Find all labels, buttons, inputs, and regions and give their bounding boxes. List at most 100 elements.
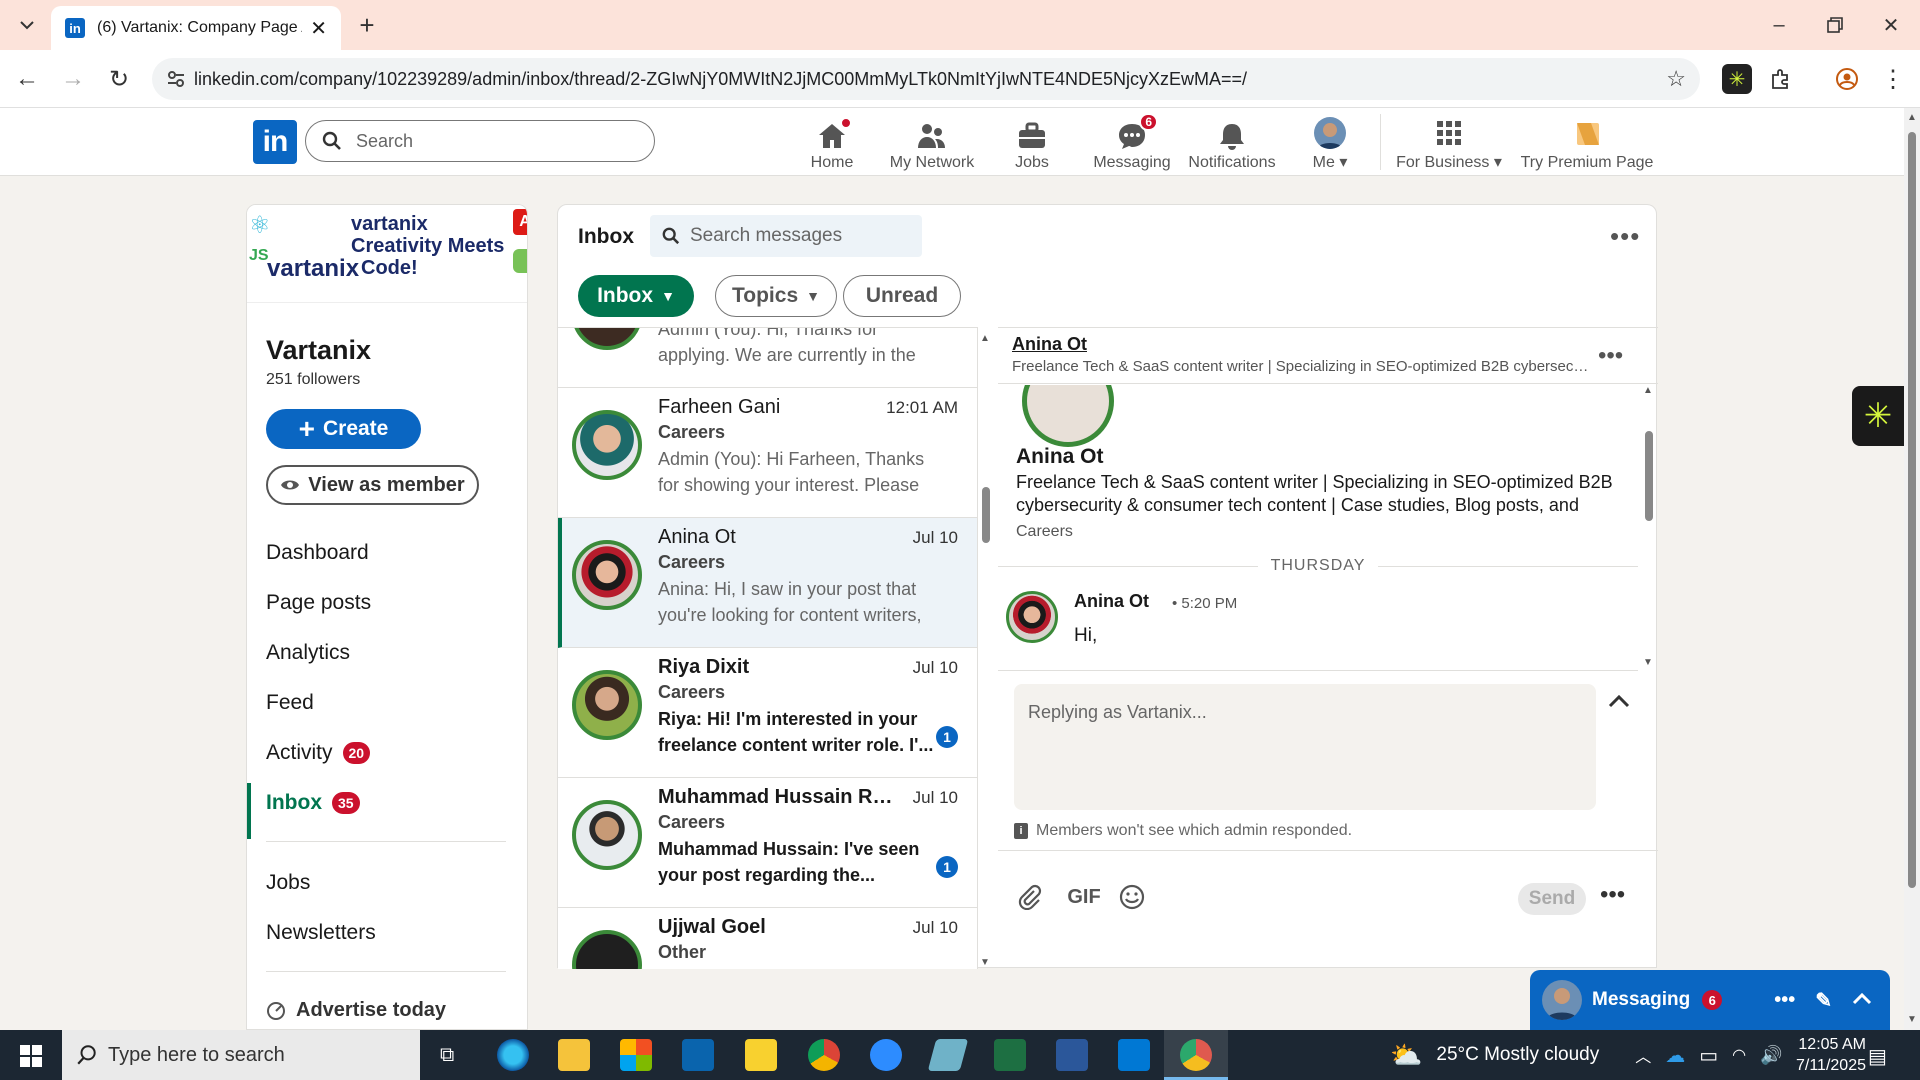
gif-button[interactable]: GIF <box>1066 881 1102 913</box>
url-text: linkedin.com/company/102239289/admin/inb… <box>194 68 1248 89</box>
linkedin-logo[interactable]: in <box>253 120 297 164</box>
avatar <box>572 670 642 740</box>
assistant-widget-icon[interactable]: ✳ <box>1852 386 1904 446</box>
restore-icon[interactable] <box>1820 12 1850 38</box>
tab-search-icon[interactable] <box>14 12 40 38</box>
zoom-app-icon[interactable] <box>870 1039 902 1071</box>
conversation-item[interactable]: Ujjwal Goel Jul 10 Other <box>558 908 977 969</box>
nav-inbox[interactable]: Inbox 35 <box>266 791 360 815</box>
conversation-item[interactable]: Farheen Gani 12:01 AM Careers Admin (You… <box>558 388 977 518</box>
onedrive-icon[interactable]: ☁ <box>1665 1043 1685 1068</box>
profile-name[interactable]: Anina Ot <box>1016 445 1104 469</box>
search-messages-input[interactable]: Search messages <box>650 215 922 257</box>
conversation-item[interactable]: Muhammad Hussain Raz... Jul 10 Careers M… <box>558 778 977 908</box>
paperclip-icon[interactable] <box>1016 881 1044 913</box>
sticky-notes-app-icon[interactable] <box>745 1039 777 1071</box>
chrome-app-icon[interactable] <box>808 1039 840 1071</box>
chevron-up-icon[interactable] <box>1608 694 1638 718</box>
filter-inbox-dropdown[interactable]: Inbox ▼ <box>578 275 694 317</box>
volume-icon[interactable]: 🔊 <box>1760 1045 1782 1066</box>
messaging-overlay-bar[interactable]: Messaging 6 ••• ✎ <box>1530 970 1890 1030</box>
compose-toolbar: GIF Send ••• <box>998 850 1658 930</box>
file-explorer-app-icon[interactable] <box>558 1039 590 1071</box>
briefcase-icon <box>1016 121 1048 151</box>
wifi-icon[interactable]: ◠ <box>1732 1045 1746 1065</box>
nav-analytics[interactable]: Analytics <box>266 641 350 665</box>
nav-newsletters[interactable]: Newsletters <box>266 921 376 945</box>
extension-icon[interactable]: ✳ <box>1722 64 1752 94</box>
advertise-link[interactable]: Advertise today <box>266 999 446 1022</box>
conversation-list-scrollbar[interactable]: ▲ ▼ <box>980 333 990 968</box>
nav-my-network[interactable]: My Network <box>884 114 980 172</box>
nav-activity[interactable]: Activity 20 <box>266 741 371 765</box>
compose-more-options-icon[interactable]: ••• <box>1600 881 1625 909</box>
task-view-icon[interactable]: ⧉ <box>440 1044 454 1067</box>
active-app-indicator <box>1164 1030 1228 1080</box>
nav-jobs[interactable]: Jobs <box>984 114 1080 172</box>
conversation-item[interactable]: Admin (You): Hi, Thanks for applying. We… <box>558 328 977 388</box>
filter-unread-button[interactable]: Unread <box>843 275 961 317</box>
nav-messaging[interactable]: 6 Messaging <box>1084 113 1180 172</box>
app-icon[interactable] <box>927 1039 969 1071</box>
nav-jobs-page[interactable]: Jobs <box>266 871 310 895</box>
battery-icon[interactable]: ▭ <box>1699 1043 1718 1068</box>
close-window-icon[interactable]: ✕ <box>1876 12 1906 38</box>
chevron-up-icon[interactable] <box>1852 989 1872 1011</box>
company-name[interactable]: Vartanix <box>266 335 371 366</box>
extensions-puzzle-icon[interactable] <box>1766 64 1796 94</box>
nav-feed[interactable]: Feed <box>266 691 314 715</box>
close-tab-icon[interactable]: ✕ <box>310 16 327 41</box>
angular-icon: A <box>513 209 527 235</box>
browser-tab[interactable]: in (6) Vartanix: Company Page Admin ✕ <box>51 6 341 50</box>
store-app-icon[interactable] <box>620 1039 652 1071</box>
new-tab-button[interactable]: + <box>354 10 380 40</box>
edge-app-icon[interactable] <box>497 1039 529 1071</box>
thread-more-options-icon[interactable]: ••• <box>1598 342 1623 370</box>
messaging-bar-more-icon[interactable]: ••• <box>1774 989 1795 1012</box>
chevron-up-icon[interactable]: ︿ <box>1635 1043 1651 1067</box>
weather-text[interactable]: 25°C Mostly cloudy <box>1436 1044 1599 1066</box>
mail-app-icon[interactable] <box>682 1039 714 1071</box>
reply-textarea[interactable]: Replying as Vartanix... <box>1014 684 1596 810</box>
minimize-icon[interactable]: – <box>1764 12 1794 38</box>
word-app-icon[interactable] <box>1056 1039 1088 1071</box>
message-sender[interactable]: Anina Ot <box>1074 591 1149 612</box>
filter-topics-dropdown[interactable]: Topics ▼ <box>715 275 837 317</box>
nav-for-business[interactable]: For Business ▾ <box>1394 114 1504 172</box>
messaging-badge: 6 <box>1139 113 1158 131</box>
create-button[interactable]: + Create <box>266 409 421 449</box>
notification-center-icon[interactable]: ▤ <box>1868 1044 1887 1069</box>
conversation-item-selected[interactable]: Anina Ot Jul 10 Careers Anina: Hi, I saw… <box>558 518 977 648</box>
system-clock[interactable]: 12:05 AM 7/11/2025 <box>1786 1034 1866 1076</box>
browser-menu-icon[interactable]: ⋮ <box>1878 64 1908 94</box>
page-scrollbar[interactable]: ▲ ▼ <box>1904 108 1920 1030</box>
inbox-more-options-icon[interactable]: ••• <box>1610 221 1640 252</box>
thread-scrollbar[interactable]: ▲ ▼ <box>1640 385 1658 671</box>
nav-try-premium[interactable]: Try Premium Page <box>1514 114 1660 172</box>
back-icon[interactable]: ← <box>12 64 42 94</box>
excel-app-icon[interactable] <box>994 1039 1026 1071</box>
avatar <box>572 410 642 480</box>
nav-home[interactable]: Home <box>784 114 880 172</box>
forward-icon[interactable]: → <box>58 64 88 94</box>
profile-icon[interactable] <box>1832 64 1862 94</box>
send-button[interactable]: Send <box>1518 883 1586 915</box>
start-button[interactable] <box>20 1045 42 1067</box>
nav-me[interactable]: Me ▾ <box>1282 114 1378 172</box>
global-search-input[interactable]: Search <box>305 120 655 162</box>
compose-icon[interactable]: ✎ <box>1815 988 1832 1013</box>
weather-icon[interactable]: ⛅ <box>1390 1040 1422 1071</box>
conversation-item[interactable]: Riya Dixit Jul 10 Careers Riya: Hi! I'm … <box>558 648 977 778</box>
thread-contact-name[interactable]: Anina Ot <box>1012 334 1087 355</box>
nav-page-posts[interactable]: Page posts <box>266 591 371 615</box>
emoji-icon[interactable] <box>1118 881 1146 913</box>
reload-icon[interactable]: ↻ <box>104 64 134 94</box>
bookmark-star-icon[interactable]: ☆ <box>1666 66 1686 92</box>
taskbar-search-input[interactable]: Type here to search <box>62 1030 420 1080</box>
view-as-member-button[interactable]: View as member <box>266 465 479 505</box>
nav-dashboard[interactable]: Dashboard <box>266 541 369 565</box>
outlook-app-icon[interactable] <box>1118 1039 1150 1071</box>
nav-notifications[interactable]: Notifications <box>1184 114 1280 172</box>
site-settings-icon[interactable] <box>166 69 186 89</box>
url-field[interactable]: linkedin.com/company/102239289/admin/inb… <box>152 58 1700 100</box>
